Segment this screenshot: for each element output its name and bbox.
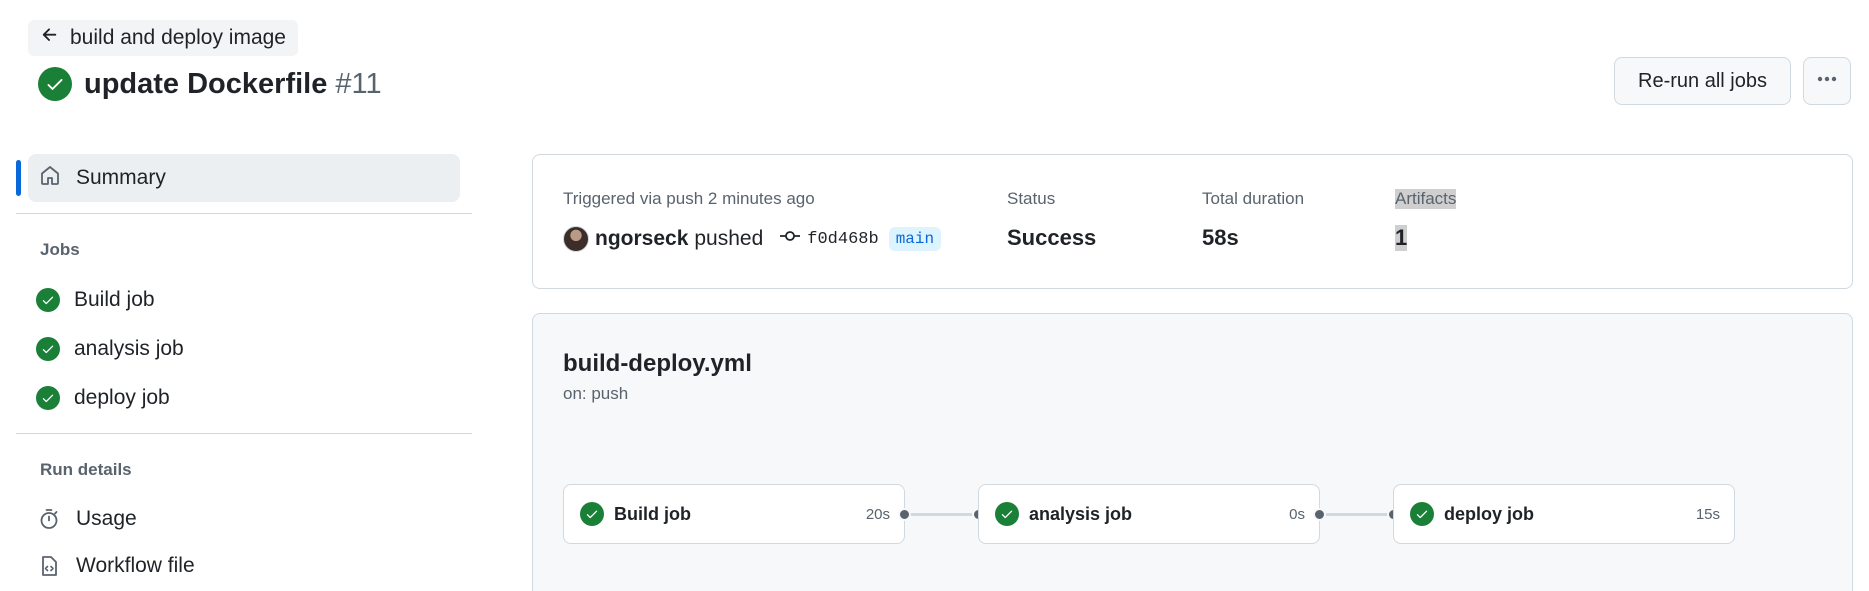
sidebar-item-label: Summary (76, 166, 166, 189)
sidebar-item-analysis-job[interactable]: analysis job (36, 329, 184, 369)
run-title: update Dockerfile #11 (84, 67, 382, 100)
success-check-icon (36, 337, 60, 361)
kebab-horizontal-icon (1814, 66, 1840, 97)
job-name: analysis job (1029, 503, 1133, 524)
selected-indicator (16, 160, 21, 196)
duration-value: 58s (1202, 225, 1239, 250)
stopwatch-icon (36, 506, 62, 532)
sidebar-divider (16, 213, 472, 214)
sidebar-item-label: deploy job (74, 386, 170, 409)
status-value: Success (1007, 225, 1097, 250)
job-name: Build job (614, 503, 691, 524)
workflow-file-name: build-deploy.yml (563, 350, 752, 377)
run-summary-card: Triggered via push 2 minutes ago ngorsec… (532, 154, 1853, 289)
success-check-icon (36, 288, 60, 312)
artifacts-count[interactable]: 1 (1395, 225, 1408, 251)
avatar[interactable] (563, 226, 589, 252)
job-duration: 20s (865, 505, 890, 523)
success-check-icon (995, 502, 1019, 526)
connector-dot (898, 508, 911, 521)
run-title-row: update Dockerfile #11 (38, 64, 382, 104)
workflow-trigger: on: push (563, 384, 629, 403)
job-node-analysis[interactable]: analysis job 0s (978, 484, 1320, 544)
actor-link[interactable]: ngorseck (595, 227, 688, 251)
job-node-build[interactable]: Build job 20s (563, 484, 905, 544)
success-check-icon (38, 67, 72, 101)
job-duration: 0s (1289, 505, 1305, 523)
success-check-icon (580, 502, 604, 526)
job-connector (1320, 513, 1393, 516)
back-link[interactable]: build and deploy image (28, 20, 298, 56)
workflow-graph-panel: build-deploy.yml on: push Build job 20s … (532, 313, 1853, 591)
job-node-deploy[interactable]: deploy job 15s (1393, 484, 1735, 544)
sidebar-item-workflow-file[interactable]: Workflow file (36, 546, 195, 586)
push-info: ngorseck pushed f0d468b main (563, 225, 942, 253)
success-check-icon (1410, 502, 1434, 526)
back-link-label: build and deploy image (70, 26, 286, 49)
job-duration: 15s (1695, 505, 1720, 523)
sidebar-item-build-job[interactable]: Build job (36, 280, 155, 320)
arrow-left-icon (40, 25, 60, 51)
job-name: deploy job (1444, 503, 1534, 524)
connector-dot (1313, 508, 1326, 521)
file-code-icon (36, 553, 62, 579)
sidebar-item-label: analysis job (74, 337, 184, 360)
home-icon (38, 163, 62, 193)
sidebar-item-label: Workflow file (76, 554, 195, 577)
status-label: Status (1007, 189, 1056, 208)
commit-sha-link[interactable]: f0d468b (807, 230, 878, 249)
success-check-icon (36, 386, 60, 410)
action-text: pushed (694, 227, 764, 250)
job-connector (905, 513, 978, 516)
sidebar-item-summary[interactable]: Summary (28, 154, 460, 202)
sidebar-divider (16, 433, 472, 434)
rerun-all-jobs-button[interactable]: Re-run all jobs (1614, 57, 1791, 105)
sidebar-item-label: Usage (76, 507, 137, 530)
run-number: #11 (335, 67, 382, 100)
more-options-button[interactable] (1803, 57, 1851, 105)
sidebar-item-deploy-job[interactable]: deploy job (36, 378, 170, 418)
sidebar-item-usage[interactable]: Usage (36, 499, 137, 539)
git-commit-icon (769, 225, 801, 253)
artifacts-label: Artifacts (1395, 189, 1457, 209)
jobs-heading: Jobs (40, 240, 80, 259)
duration-label: Total duration (1202, 189, 1305, 208)
branch-badge[interactable]: main (888, 227, 942, 251)
sidebar-item-label: Build job (74, 288, 155, 311)
run-details-heading: Run details (40, 460, 132, 479)
trigger-text: Triggered via push 2 minutes ago (563, 189, 815, 208)
